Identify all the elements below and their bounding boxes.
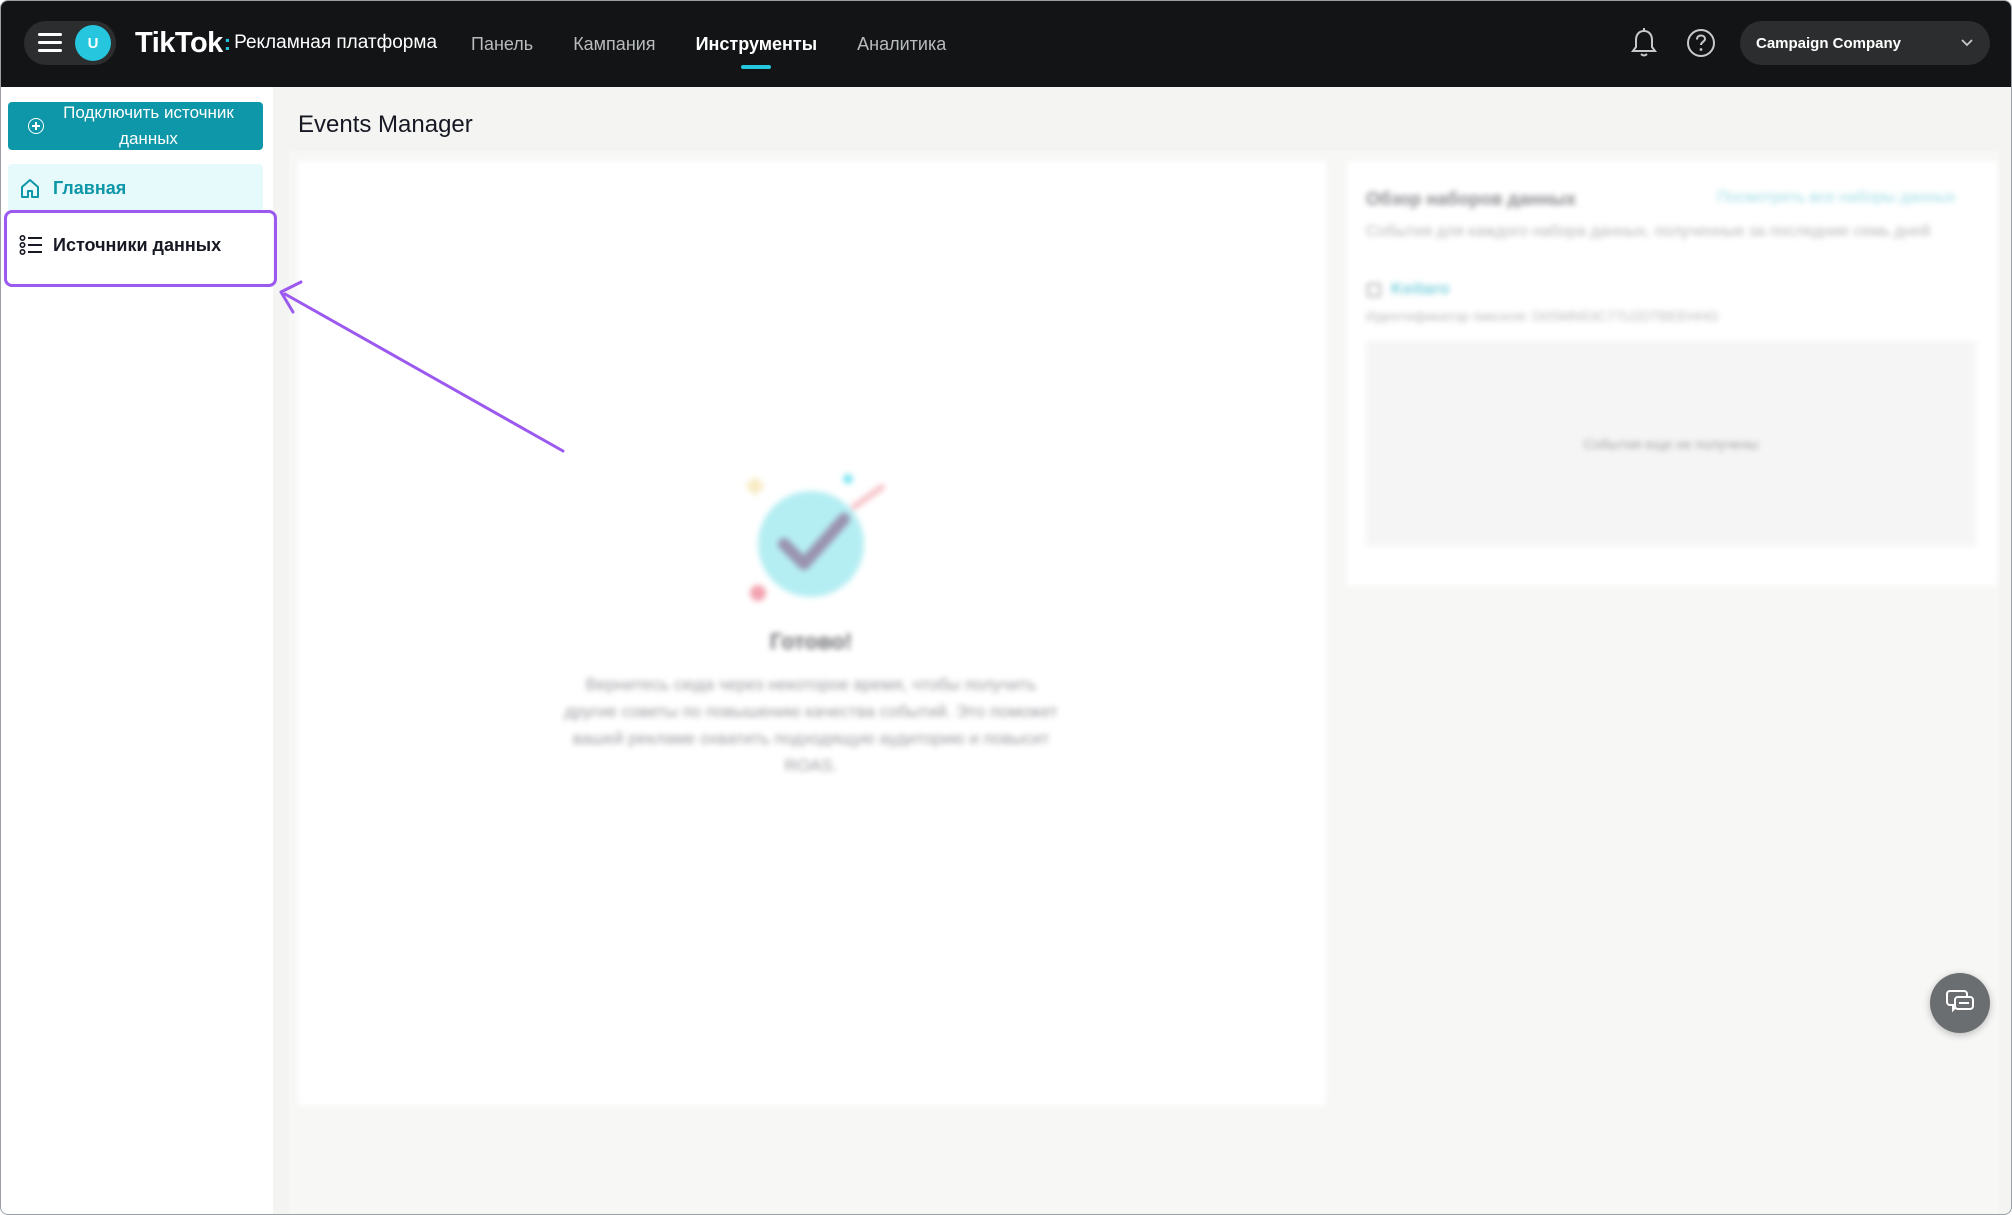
done-text: Вернитесь сюда через некоторое время, чт…	[564, 675, 1058, 775]
logo-subtitle: Рекламная платформа	[234, 32, 438, 53]
bell-icon[interactable]	[1629, 27, 1659, 59]
avatar[interactable]: U	[75, 25, 111, 61]
app-window: U TikTok: Рекламная платформа Панель Кам…	[0, 0, 2012, 1215]
page-title: Events Manager	[298, 111, 473, 138]
logo-separator: :	[223, 30, 232, 55]
home-icon	[21, 179, 39, 198]
chevron-down-icon	[1961, 39, 1973, 47]
check-illustration-icon	[745, 474, 885, 601]
nav-panel[interactable]: Панель	[471, 1, 533, 87]
chat-icon	[1946, 990, 1974, 1013]
menu-icon[interactable]	[38, 33, 62, 53]
pixel-icon	[1367, 283, 1381, 297]
logo-brand: TikTok	[135, 26, 223, 59]
help-icon[interactable]	[1685, 27, 1717, 59]
pixel-id: Идентификатор пикселя: D0SMN53C77U2DTBEE…	[1366, 308, 1719, 324]
nav-tools[interactable]: Инструменты	[696, 1, 817, 87]
done-title: Готово!	[769, 629, 853, 654]
main-nav: Панель Кампания Инструменты Аналитика	[471, 1, 986, 87]
nav-analytics[interactable]: Аналитика	[857, 1, 946, 87]
arrow-annotation-icon	[279, 280, 565, 453]
account-switcher[interactable]: Campaign Company	[1740, 21, 1990, 65]
connect-data-source-button[interactable]: Подключить источник данных	[8, 102, 263, 150]
overview-subtitle: События для каждого набора данных, получ…	[1366, 223, 1931, 240]
chat-support-button[interactable]	[1930, 973, 1990, 1033]
sidebar-item-home[interactable]: Главная	[8, 164, 263, 212]
overview-title: Обзор наборов данных	[1366, 189, 1576, 209]
menu-toggle[interactable]: U	[24, 21, 116, 65]
pixel-name-link[interactable]: Keitaro	[1391, 279, 1450, 299]
logo[interactable]: TikTok: Рекламная платформа	[135, 23, 437, 63]
connect-button-label: Подключить источник данных	[63, 103, 234, 148]
view-all-datasets-link[interactable]: Посмотреть все наборы данных	[1717, 189, 1955, 207]
sidebar-item-label: Главная	[53, 177, 127, 198]
plus-circle-icon	[28, 118, 44, 134]
nav-campaign[interactable]: Кампания	[573, 1, 655, 87]
top-navigation-bar: U TikTok: Рекламная платформа Панель Кам…	[1, 1, 2011, 87]
highlight-box	[4, 210, 277, 287]
account-name: Campaign Company	[1756, 34, 1902, 52]
empty-events-placeholder: События еще не получены	[1366, 341, 1976, 546]
